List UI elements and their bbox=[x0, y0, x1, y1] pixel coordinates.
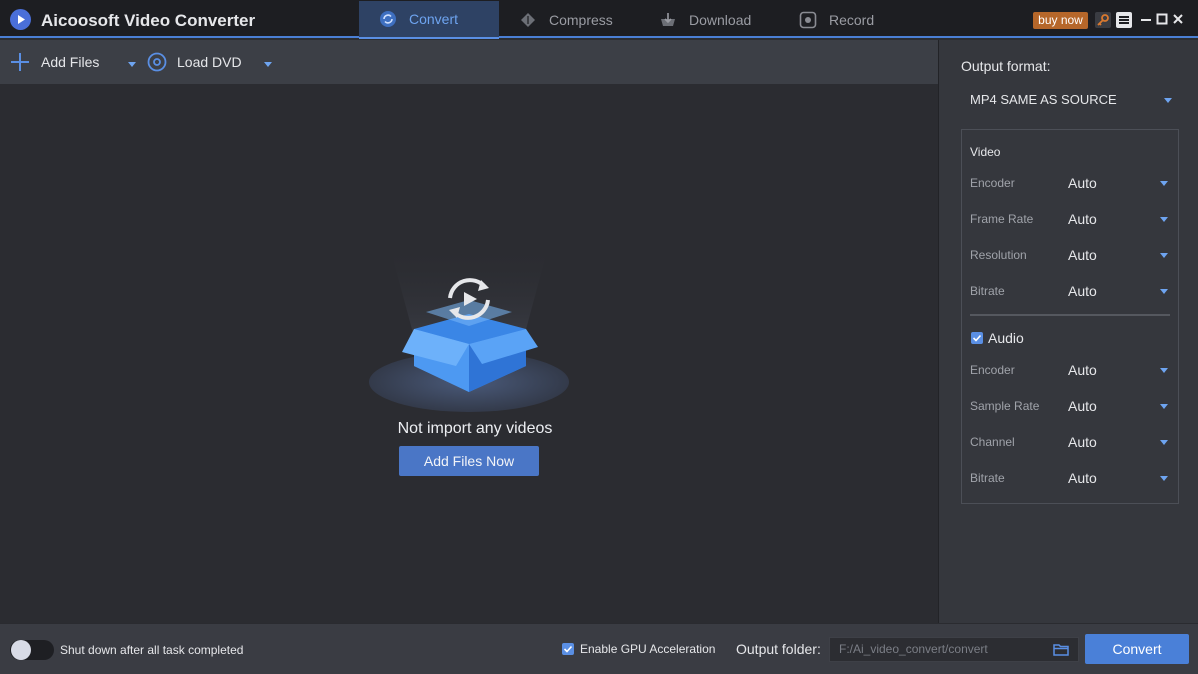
frame-rate-label: Frame Rate bbox=[970, 212, 1034, 226]
shutdown-toggle[interactable] bbox=[10, 640, 54, 660]
tab-compress[interactable]: Compress bbox=[519, 1, 613, 38]
tab-label: Convert bbox=[409, 11, 459, 27]
output-format-label: Output format: bbox=[961, 58, 1051, 74]
register-key-icon[interactable] bbox=[1095, 12, 1111, 28]
video-bitrate-label: Bitrate bbox=[970, 284, 1005, 298]
resolution-label: Resolution bbox=[970, 248, 1027, 262]
buy-now-button[interactable]: buy now bbox=[1033, 12, 1088, 29]
output-format-value: MP4 SAME AS SOURCE bbox=[970, 92, 1117, 107]
add-files-now-button[interactable]: Add Files Now bbox=[399, 446, 539, 476]
shutdown-label: Shut down after all task completed bbox=[60, 643, 244, 657]
video-encoder-select[interactable]: Auto bbox=[1068, 175, 1097, 191]
empty-state-message: Not import any videos bbox=[397, 420, 553, 437]
record-icon bbox=[799, 11, 817, 29]
tab-label: Record bbox=[829, 11, 875, 28]
load-dvd-label: Load DVD bbox=[177, 54, 242, 70]
settings-panel: Output format: MP4 SAME AS SOURCE Video … bbox=[938, 40, 1198, 623]
video-encoder-label: Encoder bbox=[970, 176, 1015, 190]
dvd-icon bbox=[147, 52, 167, 72]
maximize-icon[interactable] bbox=[1154, 11, 1170, 27]
toolbar: Add Files Load DVD bbox=[0, 40, 938, 84]
audio-bitrate-select[interactable]: Auto bbox=[1068, 470, 1097, 486]
video-section-title: Video bbox=[970, 145, 1001, 159]
empty-box-illustration bbox=[369, 244, 569, 412]
plus-icon bbox=[11, 53, 29, 71]
frame-rate-select[interactable]: Auto bbox=[1068, 211, 1097, 227]
load-dvd-button[interactable]: Load DVD bbox=[147, 40, 242, 84]
download-icon bbox=[659, 11, 677, 29]
encoding-settings: Video Encoder Auto Frame Rate Auto Resol… bbox=[961, 129, 1179, 504]
chevron-down-icon[interactable] bbox=[1160, 217, 1168, 222]
chevron-down-icon[interactable] bbox=[1160, 440, 1168, 445]
sample-rate-label: Sample Rate bbox=[970, 399, 1040, 413]
close-icon[interactable] bbox=[1170, 11, 1186, 27]
audio-encoder-label: Encoder bbox=[970, 363, 1015, 377]
app-title: Aicoosoft Video Converter bbox=[41, 11, 256, 30]
toggle-knob bbox=[11, 640, 31, 660]
menu-icon[interactable] bbox=[1116, 12, 1132, 28]
tab-label: Download bbox=[689, 11, 752, 28]
chevron-down-icon[interactable] bbox=[1160, 476, 1168, 481]
section-divider bbox=[970, 314, 1170, 316]
output-folder-field[interactable]: F:/Ai_video_convert/convert bbox=[829, 637, 1079, 662]
channel-select[interactable]: Auto bbox=[1068, 434, 1097, 450]
audio-checkbox[interactable] bbox=[971, 332, 983, 344]
convert-button[interactable]: Convert bbox=[1085, 634, 1189, 664]
folder-icon[interactable] bbox=[1053, 643, 1069, 656]
resolution-select[interactable]: Auto bbox=[1068, 247, 1097, 263]
title-bar: Aicoosoft Video Converter Convert Compre… bbox=[0, 0, 1198, 39]
add-files-dropdown-icon[interactable] bbox=[128, 62, 136, 67]
file-list-area[interactable]: Not import any videos Add Files Now bbox=[0, 84, 938, 623]
add-files-label: Add Files bbox=[41, 54, 100, 70]
channel-label: Channel bbox=[970, 435, 1015, 449]
gpu-acceleration-checkbox[interactable] bbox=[562, 643, 574, 655]
output-format-select[interactable]: MP4 SAME AS SOURCE bbox=[961, 86, 1179, 114]
audio-bitrate-label: Bitrate bbox=[970, 471, 1005, 485]
bottom-bar: Shut down after all task completed Enabl… bbox=[0, 623, 1198, 674]
minimize-icon[interactable] bbox=[1138, 11, 1154, 27]
app-logo-icon bbox=[10, 9, 31, 30]
tab-label: Compress bbox=[549, 11, 613, 28]
gpu-acceleration-label: Enable GPU Acceleration bbox=[580, 642, 716, 656]
load-dvd-dropdown-icon[interactable] bbox=[264, 62, 272, 67]
add-files-button[interactable]: Add Files bbox=[10, 40, 99, 84]
tab-convert[interactable]: Convert bbox=[359, 1, 499, 39]
tab-record[interactable]: Record bbox=[799, 1, 874, 38]
compress-icon bbox=[519, 11, 537, 29]
chevron-down-icon[interactable] bbox=[1160, 404, 1168, 409]
audio-section-title: Audio bbox=[988, 330, 1024, 346]
output-folder-label: Output folder: bbox=[736, 641, 821, 657]
chevron-down-icon[interactable] bbox=[1160, 181, 1168, 186]
convert-icon bbox=[379, 10, 397, 28]
chevron-down-icon bbox=[1164, 98, 1172, 103]
chevron-down-icon[interactable] bbox=[1160, 368, 1168, 373]
chevron-down-icon[interactable] bbox=[1160, 253, 1168, 258]
chevron-down-icon[interactable] bbox=[1160, 289, 1168, 294]
tab-download[interactable]: Download bbox=[659, 1, 751, 38]
sample-rate-select[interactable]: Auto bbox=[1068, 398, 1097, 414]
video-bitrate-select[interactable]: Auto bbox=[1068, 283, 1097, 299]
audio-encoder-select[interactable]: Auto bbox=[1068, 362, 1097, 378]
